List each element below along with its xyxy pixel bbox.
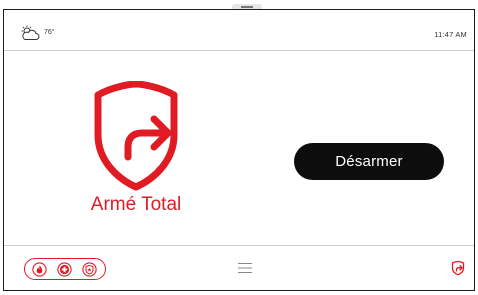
fire-icon[interactable] (32, 262, 47, 277)
temperature: 76° (44, 29, 55, 36)
police-icon[interactable] (82, 262, 97, 277)
medical-icon[interactable] (57, 262, 72, 277)
shield-exit-arrow-icon[interactable] (450, 260, 466, 276)
status-bar: 76° 11:47 AM (4, 10, 474, 51)
clock: 11:47 AM (434, 30, 467, 39)
arm-status-label: Armé Total (90, 194, 182, 215)
disarm-button[interactable]: Désarmer (294, 143, 444, 180)
panel-screen: 76° 11:47 AM Armé Total Désarmer (3, 9, 475, 291)
hamburger-menu-icon[interactable] (238, 262, 252, 274)
bottom-bar (4, 245, 474, 290)
panic-buttons[interactable] (24, 258, 106, 280)
